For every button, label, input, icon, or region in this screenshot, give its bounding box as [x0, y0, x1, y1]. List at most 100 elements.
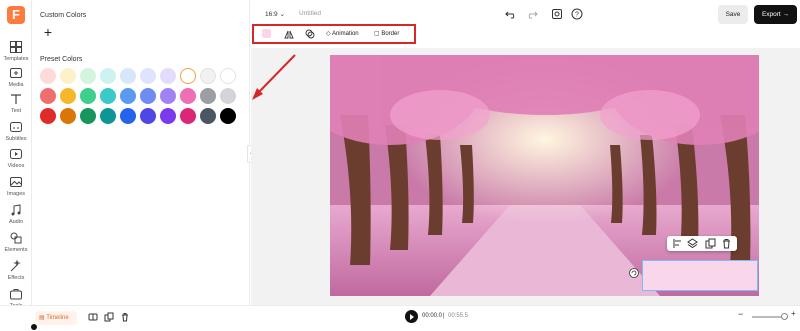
zoom-slider[interactable]	[752, 313, 788, 320]
color-swatch[interactable]	[180, 88, 196, 104]
color-swatch[interactable]	[200, 88, 216, 104]
rail-item-text[interactable]: Text	[0, 92, 32, 114]
rail-item-effects[interactable]: Effects	[0, 259, 32, 281]
workspace: ◇ Animation ▢ Border	[251, 24, 800, 305]
color-swatch[interactable]	[160, 68, 176, 84]
border-button[interactable]: ▢ Border	[374, 30, 399, 37]
color-swatch[interactable]	[140, 68, 156, 84]
custom-colors-title: Custom Colors	[40, 12, 87, 19]
add-color-button[interactable]: +	[40, 25, 56, 41]
rail-item-elements[interactable]: Elements	[0, 231, 32, 253]
rail-item-images[interactable]: Images	[0, 175, 32, 197]
media-icon	[10, 68, 22, 78]
annotation-arrow	[252, 54, 296, 100]
copy-icon[interactable]	[104, 312, 114, 322]
color-swatch[interactable]	[40, 88, 56, 104]
redo-icon[interactable]	[526, 8, 538, 20]
color-swatch[interactable]	[160, 88, 176, 104]
rail-item-media[interactable]: Media	[0, 66, 32, 88]
color-swatch[interactable]	[120, 88, 136, 104]
color-swatch[interactable]	[80, 68, 96, 84]
split-icon[interactable]	[88, 312, 98, 322]
color-swatch[interactable]	[200, 108, 216, 124]
color-swatch[interactable]	[120, 108, 136, 124]
total-time: 00:55.5	[448, 313, 469, 319]
aspect-ratio-dropdown[interactable]: 16:9 ⌄	[265, 10, 285, 18]
current-time: 00:00.0	[422, 313, 443, 319]
preset-colors-title: Preset Colors	[40, 56, 83, 63]
zoom-out-icon[interactable]: −	[738, 309, 743, 319]
rail-item-label: Effects	[7, 275, 25, 281]
timeline-button[interactable]: ▤ Timeline	[35, 311, 77, 325]
animation-label: Animation	[331, 31, 359, 37]
rail-item-label: Images	[6, 191, 26, 197]
play-button[interactable]	[405, 310, 418, 323]
videos-icon	[10, 149, 22, 159]
color-swatch[interactable]	[140, 88, 156, 104]
export-label: Export	[761, 11, 781, 18]
tools-icon	[10, 289, 22, 300]
save-button[interactable]: Save	[718, 5, 748, 24]
color-swatch[interactable]	[80, 88, 96, 104]
templates-icon	[10, 41, 22, 53]
selected-shape[interactable]	[642, 260, 758, 291]
help-icon[interactable]: ?	[571, 8, 583, 20]
color-swatch[interactable]	[180, 108, 196, 124]
rail-item-subtitles[interactable]: Subtitles	[0, 120, 32, 142]
zoom-in-icon[interactable]: +	[791, 309, 796, 318]
color-swatch[interactable]	[100, 108, 116, 124]
duplicate-icon[interactable]	[705, 238, 716, 249]
color-swatch[interactable]	[220, 108, 236, 124]
color-swatch[interactable]	[60, 108, 76, 124]
color-swatch[interactable]	[200, 68, 216, 84]
timeline-bar: ▤ Timeline 00:00.0 | 00:55.5 − +	[0, 305, 800, 331]
playhead[interactable]	[31, 324, 37, 330]
rotate-handle-icon[interactable]	[629, 268, 639, 278]
color-panel: Custom Colors + Preset Colors	[32, 0, 250, 305]
color-swatch[interactable]	[220, 88, 236, 104]
rail-item-audio[interactable]: Audio	[0, 203, 32, 225]
element-toolbar: ◇ Animation ▢ Border	[251, 24, 800, 48]
time-separator: |	[443, 313, 445, 319]
color-swatch[interactable]	[100, 68, 116, 84]
rail-item-label: Subtitles	[5, 136, 27, 142]
color-swatch[interactable]	[180, 68, 196, 84]
color-swatch[interactable]	[40, 68, 56, 84]
color-swatch[interactable]	[100, 88, 116, 104]
layers-icon[interactable]	[687, 238, 698, 249]
color-swatch[interactable]	[220, 68, 236, 84]
rail-item-videos[interactable]: Videos	[0, 147, 32, 169]
rail-item-label: Videos	[7, 163, 25, 169]
export-button[interactable]: Export →	[754, 5, 797, 24]
text-icon	[11, 94, 21, 104]
align-icon[interactable]	[672, 238, 683, 249]
images-icon	[10, 177, 22, 187]
selection-toolbar	[667, 236, 737, 251]
rail-item-templates[interactable]: Templates	[0, 40, 32, 62]
color-swatch[interactable]	[80, 108, 96, 124]
color-swatch[interactable]	[140, 108, 156, 124]
trash-icon[interactable]	[120, 312, 130, 322]
audio-icon	[11, 204, 21, 216]
screenshot-icon[interactable]	[551, 8, 563, 20]
rail-item-label: Text	[10, 108, 22, 114]
undo-icon[interactable]	[505, 8, 517, 20]
rail-item-label: Templates	[3, 56, 29, 62]
rail-item-label: Media	[8, 82, 24, 88]
elements-icon	[10, 232, 22, 244]
color-swatch[interactable]	[160, 108, 176, 124]
zoom-knob[interactable]	[781, 313, 788, 320]
color-swatch[interactable]	[40, 108, 56, 124]
color-swatch[interactable]	[60, 88, 76, 104]
left-rail: F Templates Media Text Subtitles Videos Image…	[0, 0, 32, 331]
color-swatch[interactable]	[120, 68, 136, 84]
effects-icon	[10, 259, 21, 272]
app-logo[interactable]: F	[7, 6, 25, 24]
border-label: Border	[381, 31, 400, 37]
color-swatch[interactable]	[60, 68, 76, 84]
subtitles-icon	[10, 122, 22, 132]
delete-icon[interactable]	[721, 238, 732, 249]
video-canvas[interactable]	[330, 55, 759, 296]
project-title[interactable]: Untitled	[299, 10, 321, 17]
svg-text:?: ?	[575, 12, 579, 19]
